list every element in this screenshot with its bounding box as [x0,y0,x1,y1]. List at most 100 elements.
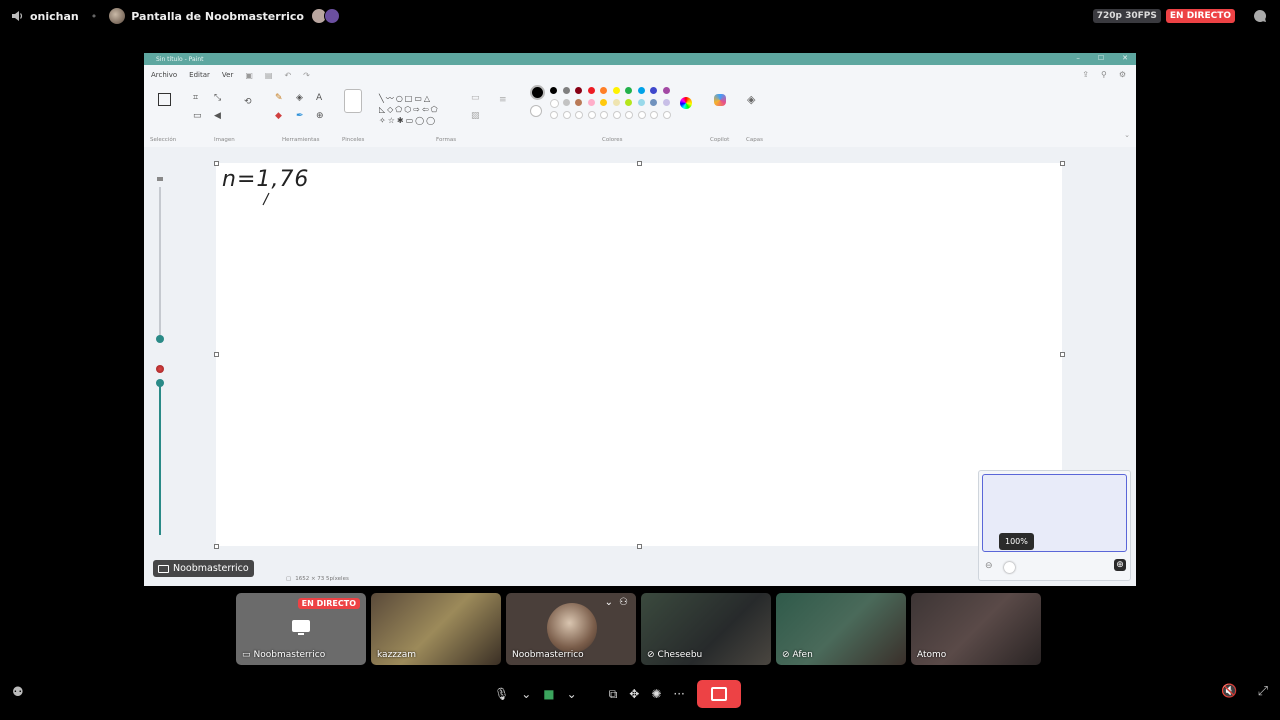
color-swatch[interactable] [637,99,645,106]
color-swatch[interactable] [612,87,620,94]
canvas-handle[interactable] [637,544,642,549]
participant-tile[interactable]: EN DIRECTO ▭ Noobmasterrico [236,593,366,665]
viewer-avatars[interactable] [310,8,340,24]
color-swatch[interactable] [650,87,657,94]
drawing-canvas[interactable]: n=1,76 [216,163,1062,546]
activities-icon[interactable]: ✥ [629,687,639,701]
flip-icon[interactable]: ◀ [214,111,221,121]
brushes-button[interactable] [344,89,362,113]
participant-tile[interactable]: ⊘ Cheseebu [641,593,771,665]
camera-options-chevron-icon[interactable]: ⌄ [567,687,577,701]
participant-tile[interactable]: Atomo [911,593,1041,665]
copilot-icon[interactable] [714,94,726,106]
zoom-in-icon[interactable]: ⊕ [1114,559,1126,571]
custom-color-slot[interactable] [550,111,558,119]
color-swatch[interactable] [550,99,559,108]
canvas-handle[interactable] [1060,352,1065,357]
fullscreen-icon[interactable]: ⤢ [1258,684,1268,699]
chat-icon[interactable] [1252,8,1268,24]
color-swatch[interactable] [562,99,570,106]
size-slider-knob[interactable] [156,335,164,343]
redo-icon[interactable]: ↷ [303,71,310,80]
shape-fill-icon[interactable]: ▨ [471,111,480,121]
canvas-handle[interactable] [637,161,642,166]
opacity-slider-knob[interactable] [156,379,164,387]
camera-icon[interactable]: ■ [543,687,554,701]
participant-tile[interactable]: Noobmasterrico ⌄ ⚇ [506,593,636,665]
custom-color-slot[interactable] [612,111,621,119]
color-swatch[interactable] [612,99,620,106]
maximize-icon[interactable]: ☐ [1098,54,1104,62]
people-icon[interactable]: ⚇ [619,597,628,608]
settings-icon[interactable]: ⚙ [1119,70,1126,79]
custom-color-slot[interactable] [600,111,608,119]
stop-stream-button[interactable] [696,680,741,708]
add-person-icon[interactable]: ⚉ [12,685,24,700]
opacity-slider-track[interactable] [159,383,161,535]
edit-colors-icon[interactable] [680,97,692,109]
account-icon[interactable]: ⚲ [1101,70,1107,79]
text-icon[interactable]: A [316,93,322,103]
share-icon[interactable]: ⇪ [1082,70,1089,79]
fill-icon[interactable]: ◈ [296,93,303,103]
canvas-handle[interactable] [214,544,219,549]
zoom-slider-knob[interactable] [1004,562,1015,573]
participant-tile[interactable]: kazzzam [371,593,501,665]
crop-icon[interactable]: ⌗ [193,93,198,103]
color-swatch[interactable] [662,99,670,106]
shape-outline-icon[interactable]: ▭ [471,93,480,103]
color-picker-icon[interactable]: ✒ [296,111,304,121]
share-screen-icon[interactable]: ⧉ [609,687,618,702]
size-slider-track[interactable] [159,187,161,337]
custom-color-slot[interactable] [587,111,596,119]
layers-icon[interactable]: ◈ [747,93,755,106]
mic-options-chevron-icon[interactable]: ⌄ [521,687,531,701]
menu-ver[interactable]: Ver [222,71,233,79]
color-swatch[interactable] [550,87,557,94]
color-swatch[interactable] [637,87,645,94]
shape-size-icon[interactable]: ≡ [499,95,507,105]
history-icon[interactable]: ▤ [265,71,273,80]
color-2-swatch[interactable] [530,105,542,117]
chevron-down-icon[interactable]: ⌄ [605,597,613,608]
canvas-handle[interactable] [1060,161,1065,166]
custom-color-slot[interactable] [662,111,671,119]
minimize-icon[interactable]: – [1076,54,1080,62]
color-swatch[interactable] [562,87,570,94]
custom-color-slot[interactable] [575,111,583,119]
shapes-gallery[interactable]: ╲〰○□▭△ ◺◇⬠⬡⇨⇦⬠ ✧☆✱▭◯◯ [379,93,459,126]
color-1-swatch[interactable] [530,85,545,100]
more-options-icon[interactable]: ··· [673,687,684,701]
custom-color-slot[interactable] [562,111,571,119]
custom-color-slot[interactable] [625,111,633,119]
image-select-icon[interactable]: ▭ [193,111,202,121]
color-swatch[interactable] [600,99,607,106]
color-swatch[interactable] [587,87,595,94]
magnifier-icon[interactable]: ⊕ [316,111,324,121]
custom-color-slot[interactable] [650,111,658,119]
soundboard-icon[interactable]: ✺ [651,687,661,701]
image-rotate-icon[interactable]: ⟲ [244,97,252,107]
undo-icon[interactable]: ↶ [284,71,291,80]
color-swatch[interactable] [650,99,657,106]
eraser-icon[interactable]: ◆ [275,111,282,121]
save-icon[interactable]: ▣ [245,71,253,80]
color-swatch[interactable] [600,87,607,94]
collapse-ribbon-icon[interactable]: ⌄ [1124,131,1130,139]
zoom-out-icon[interactable]: ⊖ [985,561,993,571]
close-icon[interactable]: ✕ [1122,54,1128,62]
color-swatch[interactable] [575,87,582,94]
custom-color-slot[interactable] [637,111,646,119]
color-swatch[interactable] [587,99,595,106]
color-swatch[interactable] [662,87,670,94]
volume-muted-icon[interactable]: 🔇 [1221,684,1237,699]
resize-icon[interactable]: ⤡ [214,93,221,103]
color-swatch[interactable] [625,87,632,94]
menu-archivo[interactable]: Archivo [151,71,177,79]
menu-editar[interactable]: Editar [189,71,210,79]
canvas-handle[interactable] [214,352,219,357]
selection-tool-icon[interactable] [158,93,171,106]
canvas-handle[interactable] [214,161,219,166]
microphone-icon[interactable]: 🎙 [494,687,509,701]
participant-tile[interactable]: ⊘ Afen [776,593,906,665]
